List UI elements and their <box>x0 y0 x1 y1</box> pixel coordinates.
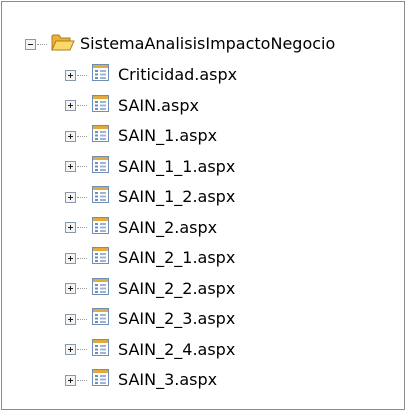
tree-root-node[interactable]: SistemaAnalisisImpactoNegocio <box>25 29 335 59</box>
tree-file-node[interactable]: SAIN_1.aspx <box>65 121 217 151</box>
tree-connector <box>37 43 47 45</box>
tree-file-label: SAIN_2_1.aspx <box>118 248 236 267</box>
tree-file-label: SAIN_1_1.aspx <box>118 156 236 176</box>
aspx-page-icon <box>91 216 111 240</box>
solution-explorer-panel: SistemaAnalisisImpactoNegocio Criticidad… <box>1 1 405 410</box>
tree-file-label: SAIN_3.aspx <box>118 370 218 389</box>
aspx-page-icon <box>91 124 111 148</box>
aspx-page-icon <box>91 246 111 270</box>
tree-file-node[interactable]: SAIN_3.aspx <box>65 365 217 395</box>
aspx-page-icon <box>91 338 111 362</box>
aspx-page-icon <box>91 277 111 301</box>
aspx-page-icon <box>91 155 111 179</box>
expand-toggle-icon[interactable] <box>65 161 76 172</box>
tree-file-node[interactable]: SAIN_1_2.aspx <box>65 182 235 212</box>
tree-connector <box>77 166 87 167</box>
tree-file-label: SAIN_2_2.aspx <box>118 278 236 298</box>
tree-connector <box>77 257 87 259</box>
tree-connector <box>77 288 87 289</box>
open-folder-icon <box>51 32 75 56</box>
expand-toggle-icon[interactable] <box>65 130 76 142</box>
tree-file-node[interactable]: SAIN_1_1.aspx <box>65 152 235 182</box>
tree-connector <box>77 379 87 381</box>
tree-file-node[interactable]: SAIN.aspx <box>65 91 199 121</box>
tree-connector <box>77 105 87 106</box>
tree-connector <box>77 135 87 137</box>
tree-file-label: SAIN_1_2.aspx <box>118 187 236 206</box>
tree-file-node[interactable]: Criticidad.aspx <box>65 60 237 90</box>
tree-file-label: SAIN_1.aspx <box>118 126 218 145</box>
tree-file-node[interactable]: SAIN_2_2.aspx <box>65 274 235 304</box>
tree-connector <box>77 349 87 350</box>
expand-toggle-icon[interactable] <box>65 344 76 355</box>
tree-file-label: SAIN.aspx <box>118 95 199 115</box>
tree-connector <box>77 227 87 228</box>
expand-toggle-icon[interactable] <box>65 283 76 294</box>
aspx-page-icon <box>91 307 111 331</box>
tree-file-label: SAIN_2_3.aspx <box>118 309 236 328</box>
tree-file-node[interactable]: SAIN_2_3.aspx <box>65 304 235 334</box>
expand-toggle-icon[interactable] <box>65 374 76 386</box>
expand-toggle-icon[interactable] <box>65 222 76 233</box>
expand-toggle-icon[interactable] <box>65 100 76 111</box>
aspx-page-icon <box>91 94 111 118</box>
tree-root-label: SistemaAnalisisImpactoNegocio <box>80 34 336 53</box>
tree-file-label: SAIN_2.aspx <box>118 217 218 237</box>
file-tree: SistemaAnalisisImpactoNegocio Criticidad… <box>2 2 404 409</box>
aspx-page-icon <box>91 63 111 87</box>
tree-file-node[interactable]: SAIN_2_1.aspx <box>65 243 235 273</box>
tree-file-label: SAIN_2_4.aspx <box>118 339 236 359</box>
tree-file-node[interactable]: SAIN_2.aspx <box>65 213 217 243</box>
expand-toggle-icon[interactable] <box>65 69 76 81</box>
tree-file-label: Criticidad.aspx <box>118 65 238 84</box>
tree-connector <box>77 74 87 76</box>
aspx-page-icon <box>91 185 111 209</box>
expand-toggle-icon[interactable] <box>65 313 76 325</box>
tree-file-node[interactable]: SAIN_2_4.aspx <box>65 335 235 365</box>
expand-toggle-icon[interactable] <box>65 252 76 264</box>
collapse-toggle-icon[interactable] <box>25 38 36 50</box>
tree-connector <box>77 318 87 320</box>
tree-connector <box>77 196 87 198</box>
expand-toggle-icon[interactable] <box>65 191 76 203</box>
aspx-page-icon <box>91 368 111 392</box>
